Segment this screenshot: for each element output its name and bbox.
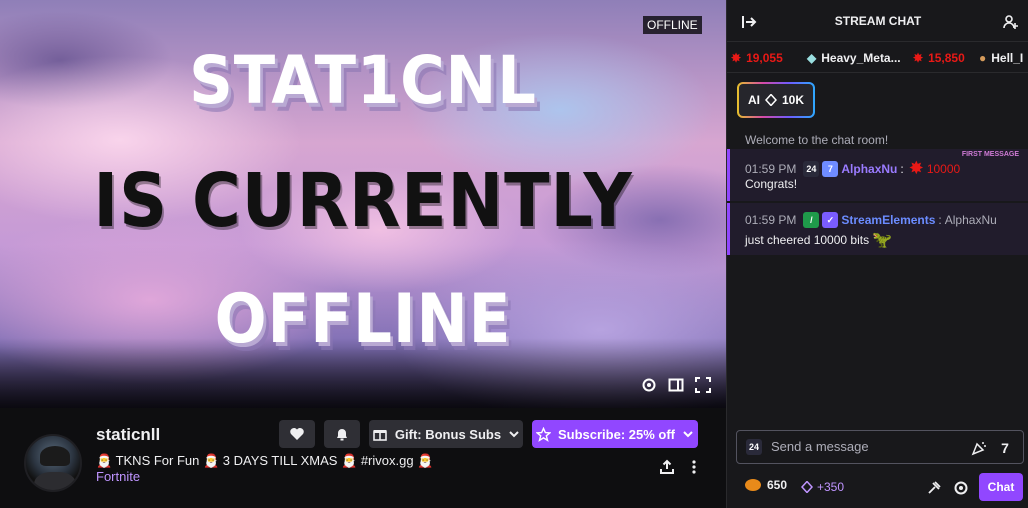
share-icon[interactable]	[657, 457, 677, 477]
twitch-channel-page: OFFLINE STAT1CNL IS CURRENTLY OFFLINE st…	[0, 0, 1028, 508]
settings-gear-icon[interactable]	[640, 376, 658, 394]
more-options-icon[interactable]	[684, 457, 704, 477]
chat-message[interactable]: 01:59 PM / ✓ StreamElements: AlphaxNu ju…	[727, 203, 1028, 255]
video-player[interactable]: OFFLINE STAT1CNL IS CURRENTLY OFFLINE	[0, 0, 726, 408]
ticker-item: ● Hell_I	[979, 51, 1023, 65]
ticker-amount: 19,055	[746, 51, 783, 65]
chat-panel: STREAM CHAT ✸ 19,055 ◆ Heavy_Meta... ✸ 1…	[726, 0, 1028, 508]
bonus-points[interactable]: +350	[801, 480, 844, 494]
ticker-user: Hell_I	[991, 51, 1024, 65]
ticker-item: ◆ Heavy_Meta...	[807, 51, 901, 65]
username-colon: :	[938, 213, 942, 227]
bonus-value: +350	[817, 480, 845, 494]
chat-welcome-message: Welcome to the chat room!	[745, 133, 889, 147]
message-timestamp: 01:59 PM	[745, 213, 797, 227]
chat-input-box[interactable]: 24 7	[736, 430, 1024, 464]
offline-badge: OFFLINE	[643, 16, 702, 34]
sub-badge-icon[interactable]: 24	[746, 439, 762, 455]
subscribe-button[interactable]: Subscribe: 25% off	[532, 420, 698, 448]
cheer-icon: ✸	[908, 158, 924, 178]
star-icon	[535, 426, 551, 442]
bits-gem-icon	[801, 481, 813, 493]
sub-badge-icon[interactable]: 24	[803, 160, 820, 177]
stream-title: 🎅 TKNS For Fun 🎅 3 DAYS TILL XMAS 🎅 #riv…	[96, 453, 434, 468]
follow-button[interactable]	[279, 420, 315, 448]
offline-banner-line3: OFFLINE	[214, 280, 512, 359]
emote-picker-icon[interactable]: 7	[995, 438, 1015, 458]
ai-hype-badge[interactable]: AI 10K	[737, 82, 815, 118]
chat-title: STREAM CHAT	[834, 14, 922, 28]
message-timestamp: 01:59 PM	[745, 161, 797, 176]
gift-subs-label: Gift: Bonus Subs	[394, 426, 502, 442]
verified-badge-icon[interactable]: ✓	[822, 212, 839, 228]
bell-icon	[337, 429, 347, 441]
send-chat-button[interactable]: Chat	[979, 473, 1023, 501]
channel-name[interactable]: staticnll	[96, 425, 160, 445]
chevron-down-icon	[509, 431, 519, 438]
emote-icon: 🦖	[872, 232, 893, 249]
moderator-sword-icon[interactable]: /	[803, 212, 820, 228]
fullscreen-icon[interactable]	[694, 376, 712, 394]
channel-points[interactable]: 650	[745, 478, 787, 492]
subscribe-label: Subscribe: 25% off	[557, 426, 676, 442]
confetti-icon[interactable]	[969, 438, 989, 458]
message-text: just cheered 10000 bits	[745, 233, 870, 247]
ticker-item: ✸ 19,055	[731, 51, 783, 65]
chevron-down-icon	[683, 431, 693, 438]
chat-settings-gear-icon[interactable]	[951, 478, 971, 498]
channel-badge-icon[interactable]: 7	[822, 160, 839, 177]
chat-message[interactable]: FIRST MESSAGE 01:59 PM 24 7 AlphaxNu: ✸ …	[727, 149, 1028, 201]
channel-points-icon	[745, 479, 761, 491]
message-text-mention: AlphaxNu	[944, 213, 997, 227]
gem-icon: ◆	[807, 51, 817, 65]
first-message-label: FIRST MESSAGE	[961, 151, 1019, 158]
notifications-button[interactable]	[324, 420, 360, 448]
bits-gem-icon	[764, 94, 777, 106]
gift-icon	[373, 430, 387, 441]
badge-icon: ●	[979, 51, 987, 65]
game-category-link[interactable]: Fortnite	[96, 469, 140, 484]
ticker-item: ✸ 15,850	[913, 51, 965, 65]
channel-avatar[interactable]	[24, 434, 82, 492]
chat-username[interactable]: StreamElements	[841, 213, 935, 227]
cheer-icon: ✸	[913, 51, 924, 65]
ai-value: 10K	[781, 93, 804, 107]
points-value: 650	[767, 478, 788, 492]
cheer-icon: ✸	[731, 51, 742, 65]
chat-header: STREAM CHAT	[727, 0, 1028, 42]
chat-message-input[interactable]	[771, 439, 961, 454]
heart-icon	[290, 428, 304, 440]
cheer-amount: 10000	[926, 161, 961, 176]
community-icon[interactable]	[1001, 12, 1021, 32]
offline-banner-line1: STAT1CNL	[189, 42, 537, 119]
message-text: Congrats!	[745, 177, 798, 191]
offline-banner-line2: IS CURRENTLY	[93, 158, 633, 244]
ticker-amount: 15,850	[928, 51, 965, 65]
ai-prefix: AI	[747, 93, 760, 107]
username-colon: :	[900, 161, 904, 176]
chat-username[interactable]: AlphaxNu	[841, 162, 897, 176]
ticker-user: Heavy_Meta...	[821, 51, 901, 65]
moderation-tools-icon[interactable]	[924, 478, 944, 498]
gift-subs-button[interactable]: Gift: Bonus Subs	[369, 420, 523, 448]
leaderboard-ticker[interactable]: ✸ 19,055 ◆ Heavy_Meta... ✸ 15,850 ● Hell…	[727, 43, 1028, 73]
theatre-mode-icon[interactable]	[667, 376, 685, 394]
